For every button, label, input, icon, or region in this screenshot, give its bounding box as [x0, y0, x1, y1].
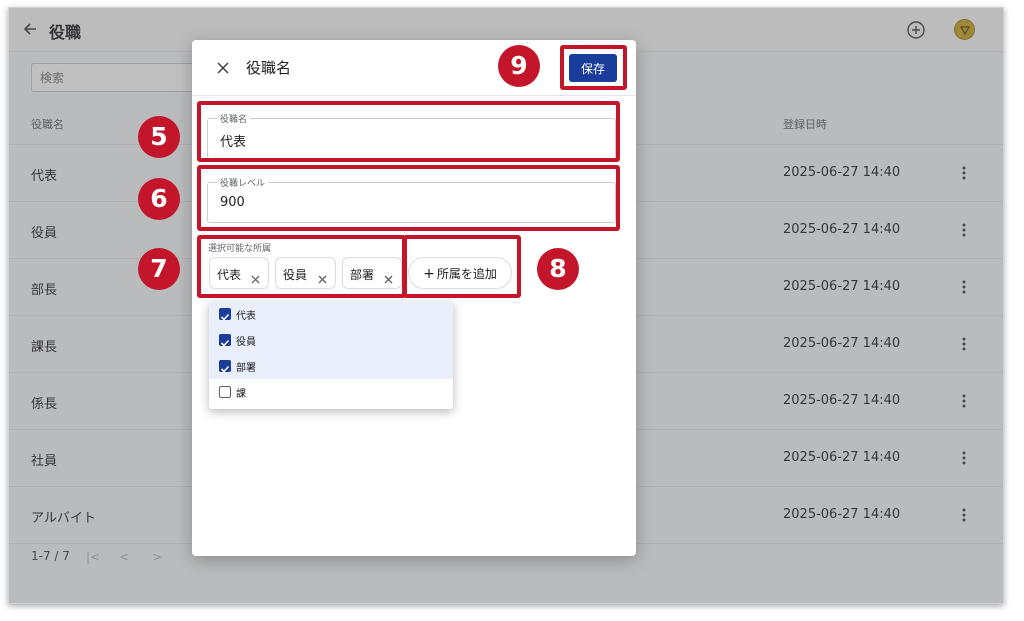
callout-badge-add: 8 [537, 248, 579, 290]
dialog-title: 役職名 [246, 59, 292, 77]
close-icon[interactable] [216, 60, 230, 74]
checkbox-unchecked-icon[interactable] [219, 386, 231, 398]
callout-badge-save: 9 [498, 45, 540, 87]
callout-box-level [197, 165, 620, 231]
app-window: 役職 役職名 登録日時 代表 2025-06-27 14:40 役員 2025-… [8, 7, 1004, 604]
callout-box-add [403, 235, 521, 298]
callout-box-save [560, 45, 627, 90]
callout-badge-affiliation: 7 [138, 248, 180, 290]
option-label: 課 [236, 389, 246, 400]
callout-box-name [197, 101, 620, 162]
option-label: 代表 [236, 311, 256, 322]
callout-box-affiliation [197, 235, 406, 298]
checkbox-checked-icon[interactable] [219, 308, 231, 321]
dropdown-option[interactable]: 代表 [209, 301, 453, 327]
option-label: 役員 [236, 337, 256, 348]
checkbox-checked-icon[interactable] [219, 334, 231, 347]
callout-badge-name: 5 [138, 116, 180, 158]
dropdown-option[interactable]: 部署 [209, 353, 453, 379]
affiliation-dropdown: 代表 役員 部署 課 [209, 301, 453, 409]
callout-badge-level: 6 [138, 178, 180, 220]
option-label: 部署 [236, 363, 256, 374]
dropdown-option[interactable]: 役員 [209, 327, 453, 353]
dropdown-option[interactable]: 課 [209, 379, 453, 405]
checkbox-checked-icon[interactable] [219, 360, 231, 373]
